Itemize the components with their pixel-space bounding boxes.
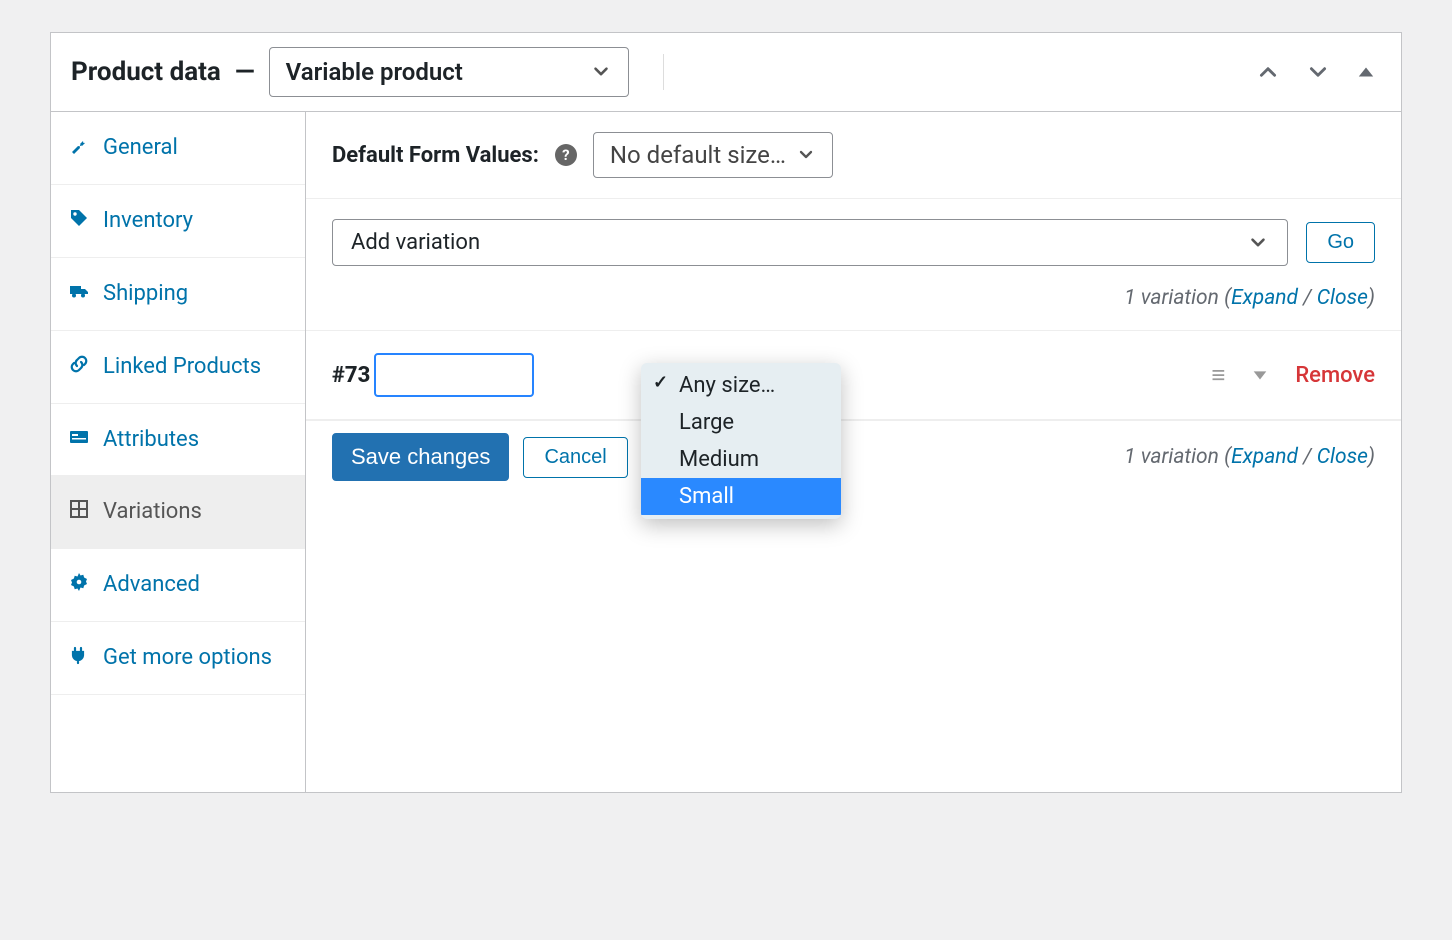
size-dropdown: Any size… Large Medium Small <box>641 363 841 519</box>
sidebar: General Inventory Shipping Linked Produc… <box>51 112 306 792</box>
sidebar-item-label: Inventory <box>103 205 193 237</box>
card-icon <box>69 427 89 447</box>
variation-count-text: 1 variation <box>1124 445 1219 469</box>
sidebar-item-label: Linked Products <box>103 351 261 383</box>
product-type-select[interactable]: Variable product <box>269 47 629 97</box>
sidebar-item-shipping[interactable]: Shipping <box>51 258 305 331</box>
panel-title: Product data <box>71 57 221 87</box>
content-area: Default Form Values: ? No default size… … <box>306 112 1401 792</box>
tag-icon <box>69 208 89 228</box>
expand-link[interactable]: Expand <box>1231 286 1298 310</box>
variation-row: #73 Any size… Large Medium Small ≡ Remov… <box>306 331 1401 420</box>
remove-link[interactable]: Remove <box>1295 363 1375 388</box>
save-changes-button[interactable]: Save changes <box>332 433 509 481</box>
product-type-label: Variable product <box>286 58 463 86</box>
panel-title-row: Product data — Variable product <box>71 47 1257 97</box>
sidebar-item-label: Get more options <box>103 642 272 674</box>
panel-header: Product data — Variable product <box>51 33 1401 112</box>
expand-link[interactable]: Expand <box>1231 445 1298 469</box>
link-icon <box>69 354 89 374</box>
sidebar-item-variations[interactable]: Variations <box>51 476 305 549</box>
cancel-button[interactable]: Cancel <box>523 437 627 478</box>
plug-icon <box>69 645 89 665</box>
chevron-down-icon <box>796 145 816 165</box>
sidebar-item-label: Variations <box>103 496 202 528</box>
panel-header-controls <box>1257 61 1381 83</box>
drag-handle-icon[interactable]: ≡ <box>1211 363 1225 387</box>
go-button[interactable]: Go <box>1306 222 1375 263</box>
close-link[interactable]: Close <box>1317 286 1368 310</box>
sidebar-item-label: Shipping <box>103 278 188 310</box>
size-option-any[interactable]: Any size… <box>641 367 841 404</box>
variations-footer: Save changes Cancel 1 variation (Expand … <box>306 420 1401 503</box>
panel-move-down-icon[interactable] <box>1307 61 1329 83</box>
sidebar-item-label: General <box>103 132 178 164</box>
expand-toggle-icon[interactable] <box>1251 366 1269 384</box>
size-option-small[interactable]: Small <box>641 478 841 515</box>
variation-count-bottom: 1 variation (Expand / Close) <box>1124 445 1375 469</box>
panel-move-up-icon[interactable] <box>1257 61 1279 83</box>
sidebar-item-label: Advanced <box>103 569 200 601</box>
chevron-down-icon <box>1247 232 1269 254</box>
add-variation-select[interactable]: Add variation <box>332 219 1288 266</box>
variation-row-controls: ≡ Remove <box>1211 363 1375 388</box>
size-option-large[interactable]: Large <box>641 404 841 441</box>
chevron-down-icon <box>590 61 612 83</box>
panel-collapse-icon[interactable] <box>1357 63 1375 81</box>
header-divider <box>663 54 664 90</box>
sidebar-item-label: Attributes <box>103 424 199 456</box>
default-form-values-row: Default Form Values: ? No default size… <box>306 112 1401 199</box>
variation-count-top: 1 variation (Expand / Close) <box>332 286 1375 310</box>
sidebar-item-get-more-options[interactable]: Get more options <box>51 622 305 695</box>
default-form-values-label: Default Form Values: <box>332 143 539 168</box>
sidebar-item-general[interactable]: General <box>51 112 305 185</box>
sidebar-item-linked-products[interactable]: Linked Products <box>51 331 305 404</box>
panel-body: General Inventory Shipping Linked Produc… <box>51 112 1401 792</box>
add-variation-row: Add variation Go 1 variation (Expand / C… <box>306 199 1401 331</box>
truck-icon <box>69 281 89 301</box>
sidebar-item-inventory[interactable]: Inventory <box>51 185 305 258</box>
sidebar-item-attributes[interactable]: Attributes <box>51 404 305 477</box>
add-variation-label: Add variation <box>351 230 480 255</box>
variation-count-text: 1 variation <box>1124 286 1219 310</box>
default-size-value: No default size… <box>610 141 786 169</box>
variation-id: #73 <box>332 363 370 388</box>
sidebar-item-advanced[interactable]: Advanced <box>51 549 305 622</box>
default-size-select[interactable]: No default size… <box>593 132 833 178</box>
variation-size-select[interactable] <box>374 353 534 397</box>
title-separator: — <box>235 57 255 87</box>
size-option-medium[interactable]: Medium <box>641 441 841 478</box>
product-data-panel: Product data — Variable product <box>50 32 1402 793</box>
gear-icon <box>69 572 89 592</box>
help-icon[interactable]: ? <box>555 144 577 166</box>
grid-icon <box>69 499 89 519</box>
wrench-icon <box>69 135 89 155</box>
close-link[interactable]: Close <box>1317 445 1368 469</box>
